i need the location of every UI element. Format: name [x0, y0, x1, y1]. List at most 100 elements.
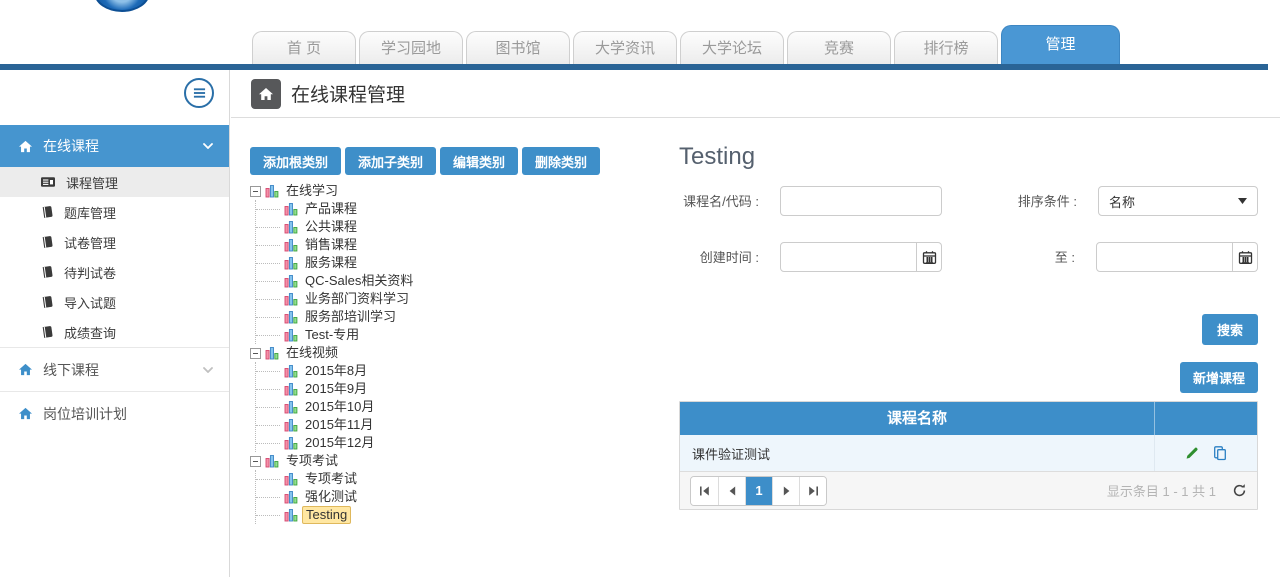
tree-node-selected[interactable]: Testing: [284, 506, 416, 524]
bar-chart-icon: [265, 184, 279, 198]
chevron-down-icon: [203, 143, 213, 149]
add-root-category-button[interactable]: 添加根类别: [250, 147, 341, 175]
sidebar-item-label: 导入试题: [64, 293, 116, 312]
bar-chart-icon: [284, 202, 298, 216]
tree-node-label: 专项考试: [283, 453, 341, 469]
sort-group: 排序条件 : 名称: [997, 186, 1258, 216]
tree-node[interactable]: 专项考试: [284, 470, 416, 488]
created-time-group: 创建时间 :: [679, 242, 942, 272]
bar-chart-icon: [284, 436, 298, 450]
bar-chart-icon: [284, 364, 298, 378]
tab-learning-garden[interactable]: 学习园地: [359, 31, 463, 64]
sidebar-item-exam-paper[interactable]: 试卷管理: [0, 227, 229, 257]
tab-admin[interactable]: 管理: [1001, 25, 1120, 64]
edit-category-button[interactable]: 编辑类别: [440, 147, 518, 175]
add-course-row: 新增课程: [679, 345, 1258, 393]
app-window: 首 页 学习园地 图书馆 大学资讯 大学论坛 竞赛 排行榜 管理 在线课程 课程…: [0, 0, 1280, 577]
tree-node-label: 专项考试: [302, 471, 360, 487]
tree-node-label: 强化测试: [302, 489, 360, 505]
tree-node[interactable]: 服务部培训学习: [284, 308, 416, 326]
tree-node-root[interactable]: 专项考试: [250, 452, 416, 470]
sidebar-item-label: 题库管理: [64, 203, 116, 222]
copy-button[interactable]: [1212, 445, 1228, 461]
tab-university-news[interactable]: 大学资讯: [573, 31, 677, 64]
tree-node[interactable]: 2015年11月: [284, 416, 416, 434]
tree-node[interactable]: 2015年9月: [284, 380, 416, 398]
course-name-input[interactable]: [780, 186, 942, 216]
to-label: 至 :: [995, 249, 1075, 266]
sidebar-toggle-button[interactable]: [184, 78, 214, 108]
bar-chart-icon: [284, 418, 298, 432]
tree-node[interactable]: 强化测试: [284, 488, 416, 506]
tree-node-label: QC-Sales相关资料: [302, 273, 416, 289]
tree-node[interactable]: 2015年8月: [284, 362, 416, 380]
to-time-input[interactable]: [1096, 242, 1233, 272]
sidebar-item-score-query[interactable]: 成绩查询: [0, 317, 229, 347]
sidebar-section-job-training-plan[interactable]: 岗位培训计划: [0, 391, 229, 435]
add-course-button[interactable]: 新增课程: [1180, 362, 1258, 393]
first-page-button[interactable]: [691, 477, 718, 505]
delete-category-button[interactable]: 删除类别: [522, 147, 600, 175]
bar-chart-icon: [265, 454, 279, 468]
book-icon: [40, 325, 54, 339]
book-icon: [40, 205, 54, 219]
tab-university-forum[interactable]: 大学论坛: [680, 31, 784, 64]
tree-node[interactable]: 2015年12月: [284, 434, 416, 452]
tree-node-label: 服务部培训学习: [302, 309, 399, 325]
tree-node-label: 2015年8月: [302, 363, 370, 379]
sidebar-submenu: 课程管理 题库管理 试卷管理 待判试卷 导入试题 成绩查询: [0, 167, 229, 347]
tree-node[interactable]: 2015年10月: [284, 398, 416, 416]
tree-node[interactable]: 公共课程: [284, 218, 416, 236]
add-sub-category-button[interactable]: 添加子类别: [345, 147, 436, 175]
collapse-icon[interactable]: [250, 186, 261, 197]
tree-node-root[interactable]: 在线视频: [250, 344, 416, 362]
page-number-button[interactable]: 1: [745, 477, 772, 505]
panel-title: Testing: [679, 142, 1258, 172]
site-logo[interactable]: [94, 0, 150, 12]
tree-node[interactable]: 业务部门资料学习: [284, 290, 416, 308]
tab-library[interactable]: 图书馆: [466, 31, 570, 64]
tree-node[interactable]: 产品课程: [284, 200, 416, 218]
to-time-calendar-button[interactable]: [1233, 242, 1258, 272]
sort-select[interactable]: 名称: [1098, 186, 1258, 216]
last-page-button[interactable]: [799, 477, 826, 505]
tree-node[interactable]: Test-专用: [284, 326, 416, 344]
sidebar-item-course-management[interactable]: 课程管理: [0, 167, 229, 197]
tree-node-root[interactable]: 在线学习: [250, 182, 416, 200]
first-page-icon: [698, 485, 711, 497]
tree-node-label: 2015年11月: [302, 417, 376, 433]
bar-chart-icon: [284, 328, 298, 342]
tab-competition[interactable]: 竞赛: [787, 31, 891, 64]
created-time-input[interactable]: [780, 242, 917, 272]
table-row[interactable]: 课件验证测试: [680, 435, 1257, 471]
home-icon: [18, 407, 33, 420]
bar-chart-icon: [284, 472, 298, 486]
next-page-button[interactable]: [772, 477, 799, 505]
sidebar-item-import-questions[interactable]: 导入试题: [0, 287, 229, 317]
created-time-calendar-button[interactable]: [917, 242, 942, 272]
tree-children: 2015年8月 2015年9月 2015年10月 2015年11月 2015年1…: [255, 362, 416, 452]
bar-chart-icon: [284, 292, 298, 306]
tree-node[interactable]: 销售课程: [284, 236, 416, 254]
prev-page-button[interactable]: [718, 477, 745, 505]
sidebar-item-question-bank[interactable]: 题库管理: [0, 197, 229, 227]
edit-button[interactable]: [1184, 445, 1200, 461]
refresh-button[interactable]: [1232, 483, 1247, 498]
tree-node[interactable]: QC-Sales相关资料: [284, 272, 416, 290]
bar-chart-icon: [284, 400, 298, 414]
sidebar-section-offline-course[interactable]: 线下课程: [0, 347, 229, 391]
search-button[interactable]: 搜索: [1202, 314, 1258, 345]
collapse-icon[interactable]: [250, 456, 261, 467]
course-name-column-header: 课程名称: [680, 402, 1154, 435]
sidebar-item-pending-papers[interactable]: 待判试卷: [0, 257, 229, 287]
bar-chart-icon: [284, 256, 298, 270]
tree-node[interactable]: 服务课程: [284, 254, 416, 272]
tab-ranking[interactable]: 排行榜: [894, 31, 998, 64]
sidebar-item-label: 成绩查询: [64, 323, 116, 342]
filter-row-2: 创建时间 : 至 :: [679, 242, 1258, 272]
tab-home[interactable]: 首 页: [252, 31, 356, 64]
sidebar-section-label: 线下课程: [43, 360, 203, 380]
chevron-down-icon: [203, 367, 213, 373]
sidebar-section-online-course[interactable]: 在线课程: [0, 125, 229, 167]
collapse-icon[interactable]: [250, 348, 261, 359]
